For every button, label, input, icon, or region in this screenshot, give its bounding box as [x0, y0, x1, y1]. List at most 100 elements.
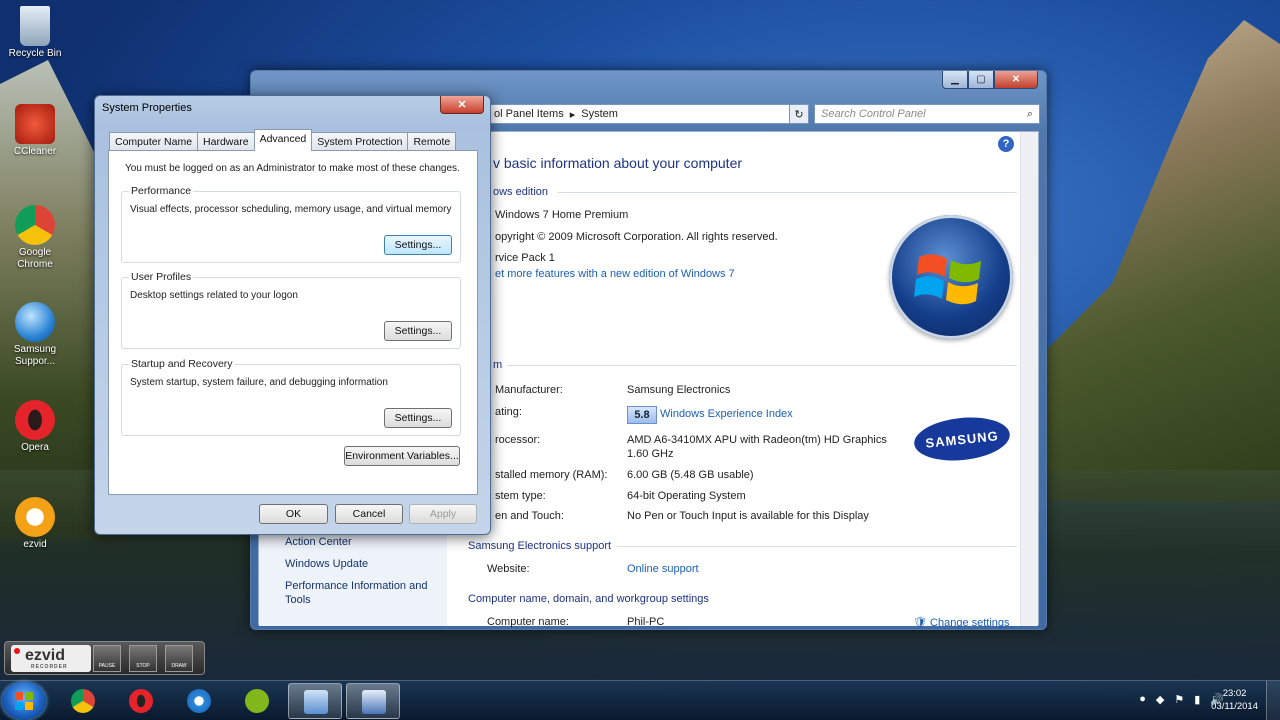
taskbar-chrome[interactable] [56, 683, 110, 719]
change-settings-label: Change settings [930, 617, 1010, 629]
address-current[interactable]: System [581, 108, 618, 120]
advanced-tab-panel: You must be logged on as an Administrato… [108, 150, 478, 495]
system-type-value: 64-bit Operating System [627, 490, 746, 502]
search-input[interactable]: Search Control Panel ⌕ [814, 104, 1040, 124]
show-desktop-button[interactable] [1266, 681, 1280, 720]
address-path[interactable]: ol Panel Items [494, 108, 564, 120]
pen-touch-value: No Pen or Touch Input is available for t… [627, 510, 869, 522]
close-button[interactable]: ✕ [994, 71, 1038, 89]
desktop-icon-ccleaner[interactable]: CCleaner [4, 104, 66, 158]
edition-value: Windows 7 Home Premium [495, 209, 629, 221]
ezvid-draw-button[interactable]: DRAW [165, 645, 193, 672]
cancel-button[interactable]: Cancel [335, 504, 403, 524]
ccleaner-icon [15, 104, 55, 144]
apply-button[interactable]: Apply [409, 504, 477, 524]
desktop-icon-label: ezvid [23, 539, 47, 550]
taskbar-system-properties[interactable] [346, 683, 400, 719]
tray-action-center-icon[interactable]: ⚑ [1174, 693, 1184, 706]
refresh-icon: ↻ [794, 108, 804, 121]
desktop-icon-google-chrome[interactable]: Google Chrome [4, 205, 66, 271]
system-type-label: stem type: [495, 490, 546, 502]
refresh-button[interactable]: ↻ [789, 104, 809, 124]
see-also-performance-information[interactable]: Performance Information and Tools [285, 579, 443, 607]
performance-settings-button[interactable]: Settings... [384, 235, 452, 255]
internet-explorer-icon [187, 689, 211, 713]
tab-system-protection[interactable]: System Protection [311, 132, 409, 151]
desktop-icon-samsung-support[interactable]: Samsung Suppor... [4, 302, 66, 368]
desktop-icon-recycle-bin[interactable]: Recycle Bin [4, 6, 66, 60]
samsung-support-icon [15, 302, 55, 342]
manufacturer-label: Manufacturer: [495, 384, 563, 396]
ezvid-stop-button[interactable]: STOP [129, 645, 157, 672]
pen-touch-label: en and Touch: [495, 510, 564, 522]
more-features-link[interactable]: et more features with a new edition of W… [495, 268, 735, 280]
clock-time: 23:02 [1222, 688, 1247, 699]
taskbar-control-panel[interactable] [288, 683, 342, 719]
tab-advanced[interactable]: Advanced [253, 129, 313, 151]
search-icon[interactable]: ⌕ [1027, 108, 1033, 120]
wei-link[interactable]: Windows Experience Index [660, 408, 793, 420]
see-also-action-center[interactable]: Action Center [285, 536, 352, 548]
ok-button[interactable]: OK [259, 504, 328, 524]
online-support-link[interactable]: Online support [627, 563, 699, 575]
windows-logo-icon [15, 692, 33, 710]
record-indicator-icon [14, 648, 20, 654]
tray-shield-icon[interactable]: ◆ [1156, 693, 1164, 706]
user-profiles-group: User Profiles Desktop settings related t… [121, 271, 461, 349]
ezvid-logo-subtitle: RECORDER [31, 664, 68, 670]
help-icon[interactable]: ? [998, 136, 1014, 152]
tab-computer-name[interactable]: Computer Name [109, 132, 199, 151]
tray-network-icon[interactable]: ▮ [1194, 693, 1200, 706]
startup-recovery-group: Startup and Recovery System startup, sys… [121, 358, 461, 436]
taskbar-internet-explorer[interactable] [172, 683, 226, 719]
processor-value: AMD A6-3410MX APU with Radeon(tm) HD Gra… [627, 434, 887, 446]
start-button[interactable] [2, 682, 46, 720]
website-label: Website: [487, 563, 530, 575]
taskbar-opera[interactable] [114, 683, 168, 719]
desktop-icon-label: Samsung Suppor... [13, 344, 57, 367]
window-controls: ▁ ▢ ✕ [942, 71, 1038, 89]
shield-icon: 🛡 [913, 617, 927, 629]
ezvid-logo: ezvid RECORDER [11, 645, 91, 672]
ezvid-pause-button[interactable]: PAUSE [93, 645, 121, 672]
tray-icon[interactable]: ● [1139, 693, 1146, 706]
group-title: User Profiles [129, 271, 194, 283]
control-panel-icon [304, 690, 328, 714]
address-bar[interactable]: ol Panel Items ▸ System ▼ [487, 104, 809, 124]
clock-date: 03/11/2014 [1211, 701, 1258, 712]
admin-note: You must be logged on as an Administrato… [125, 163, 460, 174]
clock[interactable]: 23:02 03/11/2014 [1211, 687, 1258, 713]
breadcrumb-separator-icon: ▸ [569, 108, 576, 121]
desktop-icon-ezvid[interactable]: ezvid [4, 497, 66, 551]
tab-hardware[interactable]: Hardware [197, 132, 255, 151]
startup-recovery-settings-button[interactable]: Settings... [384, 408, 452, 428]
environment-variables-button[interactable]: Environment Variables... [344, 446, 460, 466]
computer-name-label: Computer name: [487, 616, 569, 628]
windows-edition-title: ows edition [493, 186, 549, 198]
performance-group: Performance Visual effects, processor sc… [121, 185, 461, 263]
maximize-button[interactable]: ▢ [968, 71, 994, 89]
opera-icon [129, 689, 153, 713]
change-settings-link[interactable]: 🛡 Change settings [913, 616, 1010, 629]
page-title: v basic information about your computer [493, 155, 743, 171]
taskbar-spotify[interactable] [230, 683, 284, 719]
desktop-icon-opera[interactable]: Opera [4, 400, 66, 454]
desktop-mountain-right [1040, 20, 1280, 500]
see-also-windows-update[interactable]: Windows Update [285, 558, 368, 570]
dialog-title: System Properties [102, 102, 192, 114]
vertical-scrollbar[interactable] [1020, 132, 1038, 626]
ezvid-logo-text: ezvid [25, 647, 66, 664]
ezvid-icon [15, 497, 55, 537]
minimize-button[interactable]: ▁ [942, 71, 968, 89]
group-description: Desktop settings related to your logon [130, 290, 298, 301]
dialog-close-button[interactable]: ✕ [440, 96, 484, 114]
tab-remote[interactable]: Remote [407, 132, 457, 151]
system-properties-dialog[interactable]: System Properties ✕ Computer Name Hardwa… [94, 95, 491, 535]
wei-score-badge[interactable]: 5.8 [627, 406, 657, 424]
group-title: Startup and Recovery [129, 358, 235, 370]
memory-value: 6.00 GB (5.48 GB usable) [627, 469, 754, 481]
desktop-icon-label: Recycle Bin [8, 48, 62, 59]
recycle-bin-icon [20, 6, 50, 46]
desktop-icon-label: Opera [21, 442, 49, 453]
user-profiles-settings-button[interactable]: Settings... [384, 321, 452, 341]
